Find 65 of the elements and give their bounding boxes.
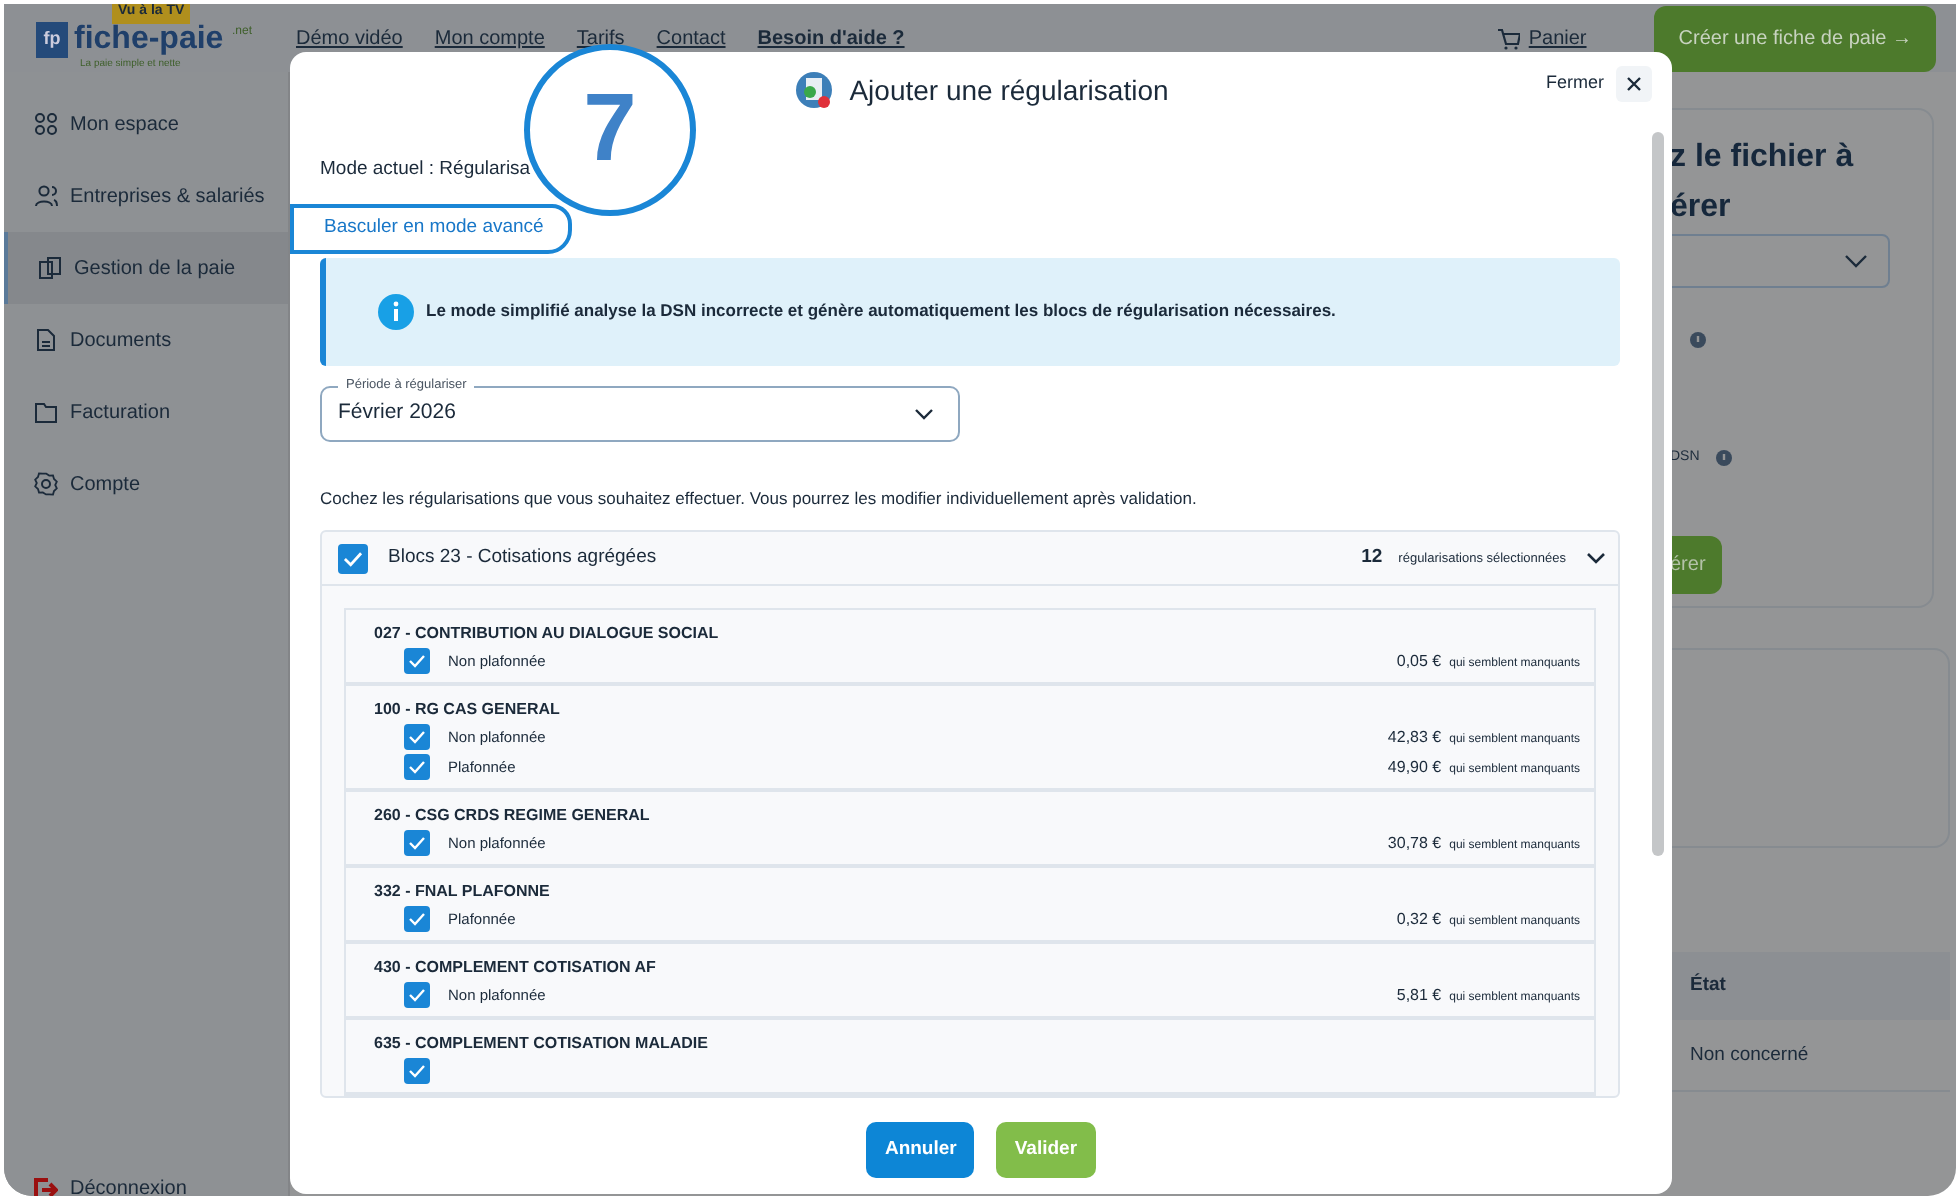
amount: 49,90 € <box>1387 755 1442 780</box>
logout-link[interactable]: Déconnexion <box>4 1174 288 1196</box>
logo-mark: fp <box>36 22 68 58</box>
document-check-icon <box>793 70 834 110</box>
contribution-title: 430 - COMPLEMENT COTISATION AF <box>374 956 658 981</box>
help-icon <box>1715 450 1732 467</box>
logo-text: fiche-paie <box>74 24 224 56</box>
cart-icon <box>1496 27 1521 49</box>
nav-link[interactable]: Besoin d'aide ? <box>757 23 905 53</box>
pages-icon <box>38 256 62 280</box>
chevron-down-icon <box>1844 254 1868 268</box>
instruction-text: Cochez les régularisations que vous souhaitez effectuer. Vous pourrez les modifier individuellement après validation. <box>320 485 1199 511</box>
close-icon <box>1626 76 1642 92</box>
info-icon <box>378 293 414 329</box>
amount: 0,05 € <box>1396 649 1442 674</box>
amount: 5,81 € <box>1396 983 1442 1008</box>
checkbox[interactable] <box>338 543 368 574</box>
checkbox[interactable] <box>404 982 430 1009</box>
checkbox[interactable] <box>404 754 430 781</box>
chevron-down-icon <box>914 407 934 419</box>
cart-label: Panier <box>1528 25 1587 53</box>
amount: 0,32 € <box>1396 907 1442 932</box>
mode-label: Mode actuel : Régularisa <box>320 156 533 184</box>
sidebar-item[interactable]: Mon espace <box>4 88 288 160</box>
amount: 30,78 € <box>1387 831 1442 856</box>
modal-title: Ajouter une régularisation <box>849 71 1169 110</box>
folder-icon <box>34 400 58 424</box>
checkbox[interactable] <box>404 724 430 751</box>
group-title: Blocs 23 - Cotisations agrégées <box>388 544 659 573</box>
cancel-button[interactable]: Annuler <box>866 1121 975 1179</box>
create-payslip-button[interactable]: Créer une fiche de paie → <box>1654 5 1936 71</box>
card-heading: érer <box>1670 188 1733 228</box>
nav-link[interactable]: Démo vidéo <box>296 23 403 53</box>
scrollbar[interactable] <box>1652 132 1664 856</box>
people-icon <box>34 184 58 208</box>
grid-icon <box>34 112 58 136</box>
sidebar-item[interactable]: Gestion de la paie <box>4 232 288 304</box>
sidebar-item[interactable]: Compte <box>4 448 288 520</box>
exit-icon <box>34 1177 58 1196</box>
contribution-title: 260 - CSG CRDS REGIME GENERAL <box>374 804 652 829</box>
selection-count: 12 <box>1361 544 1383 573</box>
card-heading: z le fichier à <box>1670 138 1854 178</box>
checkbox[interactable] <box>404 906 430 933</box>
close-button[interactable]: Fermer <box>1546 66 1652 102</box>
sidebar-item[interactable]: Entreprises & salariés <box>4 160 288 232</box>
sidebar-item[interactable]: Documents <box>4 304 288 376</box>
advanced-mode-link[interactable]: Basculer en mode avancé <box>290 204 572 253</box>
amount: 42,83 € <box>1387 725 1442 750</box>
checkbox[interactable] <box>404 1058 430 1085</box>
nav-link[interactable]: Tarifs <box>576 23 625 53</box>
cart-link[interactable]: Panier <box>1496 23 1587 53</box>
contribution-title: 100 - RG CAS GENERAL <box>374 698 562 723</box>
info-text: Le mode simplifié analyse la DSN incorrecte et génère automatiquement les blocs de régularisation nécessaires. <box>426 298 1336 324</box>
sidebar-item[interactable]: Facturation <box>4 376 288 448</box>
contribution-title: 635 - COMPLEMENT COTISATION MALADIE <box>374 1032 710 1057</box>
chevron-down-icon[interactable] <box>1586 548 1606 569</box>
help-icon <box>1690 332 1706 348</box>
nav-link[interactable]: Contact <box>656 23 726 53</box>
checkbox[interactable] <box>404 648 430 675</box>
contribution-title: 332 - FNAL PLAFONNE <box>374 880 552 905</box>
contribution-title: 027 - CONTRIBUTION AU DIALOGUE SOCIAL <box>374 622 721 647</box>
settings-icon <box>34 472 58 496</box>
document-icon <box>34 328 58 352</box>
nav-link[interactable]: Mon compte <box>434 23 545 53</box>
checkbox[interactable] <box>404 830 430 857</box>
